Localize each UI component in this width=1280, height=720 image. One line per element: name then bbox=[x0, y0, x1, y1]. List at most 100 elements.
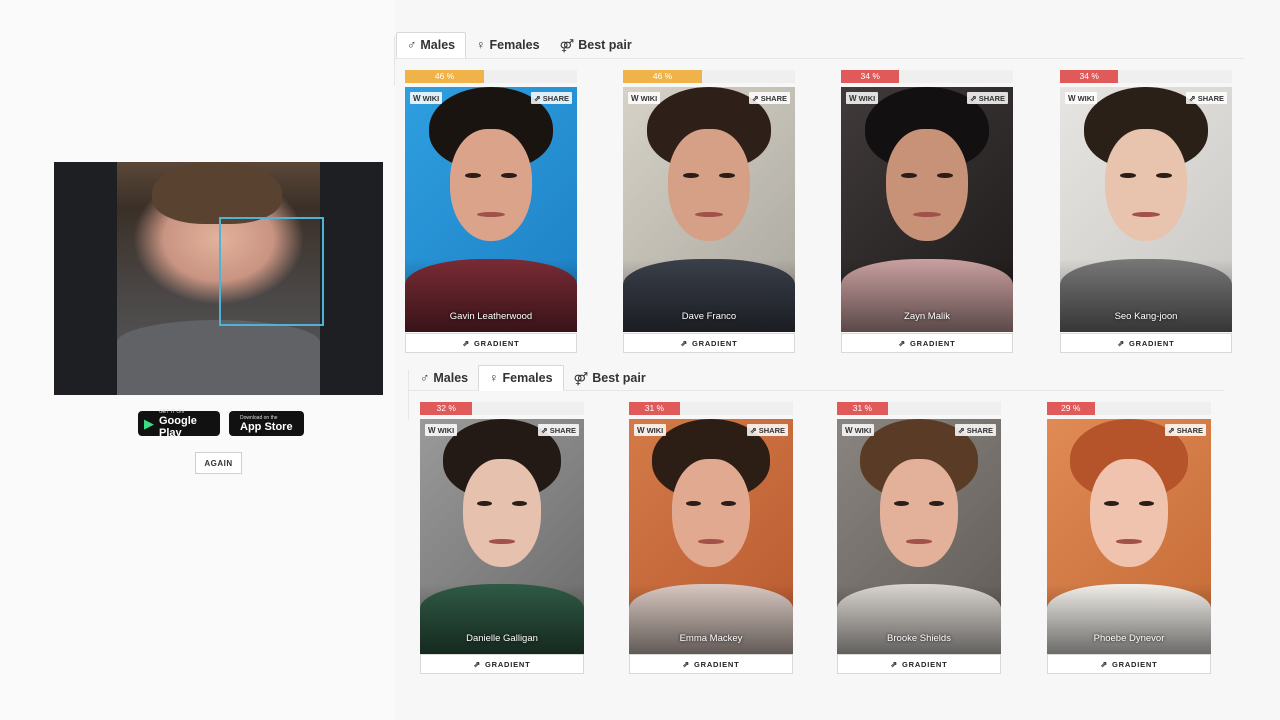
wikipedia-icon: W bbox=[413, 93, 421, 103]
celebrity-photo[interactable]: W WIKI ⇗ SHARE Danielle Galligan bbox=[420, 419, 584, 654]
google-play-icon: ▶ bbox=[144, 415, 154, 431]
gradient-icon: ⇗ bbox=[1117, 338, 1125, 348]
match-card: 31 % W WIKI ⇗ SHARE Brooke Shields ⇗ GRADIE… bbox=[837, 402, 1001, 674]
share-icon: ⇗ bbox=[752, 93, 759, 103]
gradient-icon: ⇗ bbox=[1100, 659, 1108, 669]
celebrity-photo[interactable]: W WIKI ⇗ SHARE Seo Kang-joon bbox=[1060, 87, 1232, 332]
gradient-button[interactable]: ⇗ GRADIENT bbox=[629, 654, 793, 674]
gradient-icon: ⇗ bbox=[473, 659, 481, 669]
google-play-badge[interactable]: ▶ GET IT ON Google Play bbox=[138, 409, 220, 439]
match-card: 34 % W WIKI ⇗ SHARE Zayn Malik ⇗ GRADIENT bbox=[841, 70, 1013, 353]
celebrity-name: Seo Kang-joon bbox=[1114, 311, 1178, 322]
wiki-button[interactable]: W WIKI bbox=[846, 92, 879, 104]
wiki-button[interactable]: W WIKI bbox=[628, 92, 661, 104]
celebrity-photo[interactable]: W WIKI ⇗ SHARE Brooke Shields bbox=[837, 419, 1001, 654]
celebrity-name: Gavin Leatherwood bbox=[449, 311, 533, 322]
gradient-button[interactable]: ⇗ GRADIENT bbox=[405, 333, 577, 353]
gradient-icon: ⇗ bbox=[890, 659, 898, 669]
tab-best-pair[interactable]: ⚤ Best pair bbox=[564, 365, 656, 391]
similarity-track: 29 % bbox=[1047, 402, 1211, 415]
celebrity-photo[interactable]: W WIKI ⇗ SHARE Dave Franco bbox=[623, 87, 795, 332]
share-button[interactable]: ⇗ SHARE bbox=[1165, 424, 1206, 436]
similarity-track: 46 % bbox=[405, 70, 577, 83]
similarity-badge: 32 % bbox=[420, 402, 473, 415]
share-button[interactable]: ⇗ SHARE bbox=[749, 92, 790, 104]
similarity-track: 46 % bbox=[623, 70, 795, 83]
match-card: 46 % W WIKI ⇗ SHARE Gavin Leatherwood ⇗ GRA… bbox=[405, 70, 577, 353]
match-card: 46 % W WIKI ⇗ SHARE Dave Franco ⇗ GRADIENT bbox=[623, 70, 795, 353]
tab-males[interactable]: ♂ Males bbox=[410, 365, 478, 391]
similarity-badge: 29 % bbox=[1047, 402, 1095, 415]
share-icon: ⇗ bbox=[750, 425, 757, 435]
left-panel: ▶ GET IT ON Google Play Download on the … bbox=[0, 0, 395, 720]
match-card: 34 % W WIKI ⇗ SHARE Seo Kang-joon ⇗ GRADIEN… bbox=[1060, 70, 1232, 353]
wikipedia-icon: W bbox=[849, 93, 857, 103]
share-button[interactable]: ⇗ SHARE bbox=[955, 424, 996, 436]
uploaded-photo-frame bbox=[54, 162, 383, 395]
gradient-button[interactable]: ⇗ GRADIENT bbox=[1047, 654, 1211, 674]
share-icon: ⇗ bbox=[958, 425, 965, 435]
celebrity-name: Danielle Galligan bbox=[466, 633, 538, 644]
app-store-badge[interactable]: Download on the App Store bbox=[229, 411, 304, 436]
wikipedia-icon: W bbox=[428, 425, 436, 435]
tab-females[interactable]: ♀ Females bbox=[466, 32, 549, 58]
share-icon: ⇗ bbox=[534, 93, 541, 103]
wiki-button[interactable]: W WIKI bbox=[425, 424, 458, 436]
gradient-button[interactable]: ⇗ GRADIENT bbox=[837, 654, 1001, 674]
wikipedia-icon: W bbox=[845, 425, 853, 435]
share-button[interactable]: ⇗ SHARE bbox=[967, 92, 1008, 104]
wikipedia-icon: W bbox=[1068, 93, 1076, 103]
celebrity-photo[interactable]: ⇗ SHARE Phoebe Dynevor bbox=[1047, 419, 1211, 654]
similarity-badge: 31 % bbox=[837, 402, 888, 415]
tab-females[interactable]: ♀ Females bbox=[478, 365, 564, 391]
wiki-button[interactable]: W WIKI bbox=[634, 424, 667, 436]
tab-males[interactable]: ♂ Males bbox=[396, 32, 467, 58]
share-icon: ⇗ bbox=[1168, 425, 1175, 435]
male-symbol-icon: ♂ bbox=[420, 371, 430, 385]
wiki-button[interactable]: W WIKI bbox=[410, 92, 443, 104]
gradient-icon: ⇗ bbox=[462, 338, 470, 348]
share-icon: ⇗ bbox=[970, 93, 977, 103]
pair-symbol-icon: ⚤ bbox=[573, 371, 589, 386]
wikipedia-icon: W bbox=[637, 425, 645, 435]
pair-symbol-icon: ⚤ bbox=[559, 38, 575, 53]
gradient-button[interactable]: ⇗ GRADIENT bbox=[841, 333, 1013, 353]
female-symbol-icon: ♀ bbox=[476, 38, 486, 52]
celebrity-photo[interactable]: W WIKI ⇗ SHARE Zayn Malik bbox=[841, 87, 1013, 332]
celebrity-name: Zayn Malik bbox=[904, 311, 950, 322]
similarity-badge: 31 % bbox=[629, 402, 680, 415]
match-card: 32 % W WIKI ⇗ SHARE Danielle Galligan ⇗ GRA… bbox=[420, 402, 584, 674]
similarity-track: 34 % bbox=[841, 70, 1013, 83]
celebrity-photo[interactable]: W WIKI ⇗ SHARE Emma Mackey bbox=[629, 419, 793, 654]
gradient-icon: ⇗ bbox=[898, 338, 906, 348]
female-symbol-icon: ♀ bbox=[489, 371, 499, 385]
wikipedia-icon: W bbox=[631, 93, 639, 103]
female-section-tabs: ♂ Males ♀ Females ⚤ Best pair bbox=[410, 365, 656, 391]
celebrity-photo[interactable]: W WIKI ⇗ SHARE Gavin Leatherwood bbox=[405, 87, 577, 332]
tab-best-pair[interactable]: ⚤ Best pair bbox=[550, 32, 642, 58]
share-button[interactable]: ⇗ SHARE bbox=[531, 92, 572, 104]
tabs-underline bbox=[394, 58, 1244, 59]
celebrity-name: Brooke Shields bbox=[887, 633, 951, 644]
again-button[interactable]: AGAIN bbox=[195, 452, 242, 474]
similarity-track: 31 % bbox=[837, 402, 1001, 415]
similarity-track: 34 % bbox=[1060, 70, 1232, 83]
share-button[interactable]: ⇗ SHARE bbox=[747, 424, 788, 436]
gradient-icon: ⇗ bbox=[680, 338, 688, 348]
male-section-tabs: ♂ Males ♀ Females ⚤ Best pair bbox=[396, 32, 642, 58]
face-detection-box bbox=[219, 217, 324, 326]
similarity-badge: 46 % bbox=[623, 70, 703, 83]
wiki-button[interactable]: W WIKI bbox=[1065, 92, 1098, 104]
celebrity-name: Phoebe Dynevor bbox=[1093, 633, 1165, 644]
wiki-button[interactable]: W WIKI bbox=[842, 424, 875, 436]
male-symbol-icon: ♂ bbox=[407, 38, 417, 52]
share-button[interactable]: ⇗ SHARE bbox=[538, 424, 579, 436]
share-button[interactable]: ⇗ SHARE bbox=[1186, 92, 1227, 104]
gradient-button[interactable]: ⇗ GRADIENT bbox=[1060, 333, 1232, 353]
gradient-button[interactable]: ⇗ GRADIENT bbox=[623, 333, 795, 353]
celebrity-name: Emma Mackey bbox=[679, 633, 743, 644]
gradient-button[interactable]: ⇗ GRADIENT bbox=[420, 654, 584, 674]
similarity-track: 32 % bbox=[420, 402, 584, 415]
similarity-track: 31 % bbox=[629, 402, 793, 415]
similarity-badge: 46 % bbox=[405, 70, 485, 83]
